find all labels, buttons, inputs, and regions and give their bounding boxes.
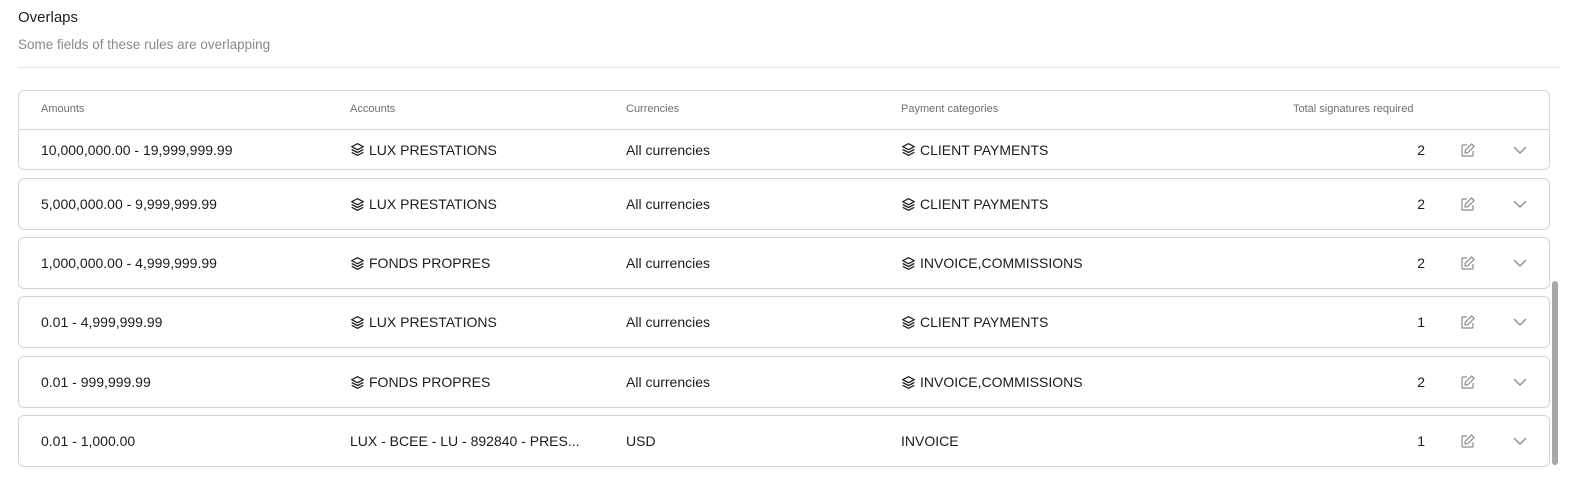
- layers-icon: [350, 142, 365, 157]
- layers-icon: [901, 142, 916, 157]
- layers-icon: [350, 315, 365, 330]
- divider: [18, 67, 1560, 68]
- table-row[interactable]: 5,000,000.00 - 9,999,999.99 LUX PRESTATIO…: [18, 178, 1550, 230]
- category-cell: CLIENT PAYMENTS: [901, 196, 1048, 212]
- chevron-down-icon[interactable]: [1512, 255, 1528, 271]
- signatures-count: 2: [1417, 374, 1425, 390]
- header-payment-categories: Payment categories: [901, 103, 999, 115]
- amount-range: 0.01 - 999,999.99: [41, 374, 151, 390]
- currency-cell: All currencies: [626, 141, 711, 158]
- table-row[interactable]: 10,000,000.00 - 19,999,999.99 LUX PRESTAT…: [18, 129, 1550, 170]
- chevron-down-icon[interactable]: [1512, 142, 1528, 158]
- category-name: CLIENT PAYMENTS: [920, 141, 1049, 158]
- amount-range: 5,000,000.00 - 9,999,999.99: [41, 196, 217, 212]
- table-header: Amounts Accounts Currencies Payment cate…: [18, 90, 1550, 129]
- layers-icon: [350, 197, 365, 212]
- chevron-down-icon[interactable]: [1512, 374, 1528, 390]
- category-name: CLIENT PAYMENTS: [920, 196, 1049, 212]
- amount-range: 10,000,000.00 - 19,999,999.99: [41, 141, 233, 158]
- category-cell: CLIENT PAYMENTS: [901, 314, 1048, 330]
- category-name: INVOICE,COMMISSIONS: [920, 374, 1083, 390]
- edit-icon[interactable]: [1460, 374, 1476, 390]
- scrollbar[interactable]: [1552, 281, 1558, 465]
- signatures-count: 2: [1417, 196, 1425, 212]
- amount-range: 0.01 - 1,000.00: [41, 433, 136, 449]
- edit-icon[interactable]: [1460, 255, 1476, 271]
- signatures-count: 1: [1417, 433, 1425, 449]
- currency-cell: All currencies: [626, 374, 711, 390]
- account-cell: LUX PRESTATIONS: [350, 142, 497, 158]
- category-name: INVOICE: [901, 433, 959, 449]
- account-name: FONDS PROPRES: [369, 255, 491, 271]
- layers-icon: [350, 256, 365, 271]
- section-subtitle: Some fields of these rules are overlappi…: [18, 37, 271, 52]
- layers-icon: [901, 197, 916, 212]
- layers-icon: [901, 256, 916, 271]
- chevron-down-icon[interactable]: [1512, 196, 1528, 212]
- layers-icon: [901, 315, 916, 330]
- header-total-signatures: Total signatures required: [1293, 103, 1414, 115]
- category-cell: INVOICE,COMMISSIONS: [901, 255, 1083, 271]
- account-cell: LUX PRESTATIONS: [350, 314, 497, 330]
- signatures-count: 1: [1417, 314, 1425, 330]
- header-amounts: Amounts: [41, 103, 85, 115]
- header-currencies: Currencies: [626, 103, 680, 115]
- header-accounts: Accounts: [350, 103, 396, 115]
- overlaps-panel: Overlaps Some fields of these rules are …: [0, 0, 1571, 485]
- table-row[interactable]: 0.01 - 1,000.00 LUX - BCEE - LU - 892840 …: [18, 415, 1550, 467]
- currency-cell: All currencies: [626, 196, 711, 212]
- category-cell: INVOICE: [901, 433, 959, 449]
- category-cell: CLIENT PAYMENTS: [901, 142, 1048, 158]
- category-cell: INVOICE,COMMISSIONS: [901, 374, 1083, 390]
- signatures-count: 2: [1417, 255, 1425, 271]
- layers-icon: [350, 375, 365, 390]
- currency-cell: All currencies: [626, 255, 711, 271]
- account-cell: FONDS PROPRES: [350, 374, 490, 390]
- edit-icon[interactable]: [1460, 433, 1476, 449]
- account-name: FONDS PROPRES: [369, 374, 491, 390]
- account-cell: LUX PRESTATIONS: [350, 196, 497, 212]
- table-row[interactable]: 0.01 - 999,999.99 FONDS PROPRES All curren…: [18, 356, 1550, 408]
- account-name: LUX PRESTATIONS: [369, 141, 497, 158]
- account-cell: LUX - BCEE - LU - 892840 - PRES...: [350, 433, 580, 449]
- chevron-down-icon[interactable]: [1512, 314, 1528, 330]
- edit-icon[interactable]: [1460, 142, 1476, 158]
- amount-range: 1,000,000.00 - 4,999,999.99: [41, 255, 217, 271]
- currency-cell: All currencies: [626, 314, 711, 330]
- account-name: LUX PRESTATIONS: [369, 196, 497, 212]
- currency-cell: USD: [626, 433, 656, 449]
- account-name: LUX PRESTATIONS: [369, 314, 497, 330]
- category-name: INVOICE,COMMISSIONS: [920, 255, 1083, 271]
- layers-icon: [901, 375, 916, 390]
- table-row[interactable]: 1,000,000.00 - 4,999,999.99 FONDS PROPRES…: [18, 237, 1550, 289]
- section-title: Overlaps: [18, 9, 79, 26]
- signatures-count: 2: [1417, 141, 1425, 158]
- category-name: CLIENT PAYMENTS: [920, 314, 1049, 330]
- chevron-down-icon[interactable]: [1512, 433, 1528, 449]
- edit-icon[interactable]: [1460, 196, 1476, 212]
- account-cell: FONDS PROPRES: [350, 255, 490, 271]
- table-row[interactable]: 0.01 - 4,999,999.99 LUX PRESTATIONS All cu…: [18, 296, 1550, 348]
- account-name: LUX - BCEE - LU - 892840 - PRES...: [350, 433, 580, 449]
- edit-icon[interactable]: [1460, 314, 1476, 330]
- amount-range: 0.01 - 4,999,999.99: [41, 314, 163, 330]
